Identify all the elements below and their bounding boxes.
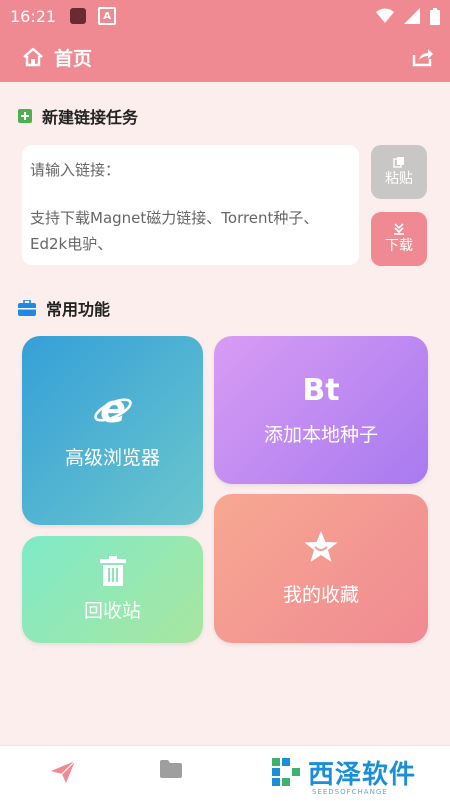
battery-icon — [430, 7, 440, 25]
recycle-bin-label: 回收站 — [83, 600, 141, 622]
download-button[interactable]: 下载 — [371, 212, 427, 266]
watermark-name: 西泽软件 — [308, 760, 417, 790]
share-icon[interactable] — [412, 47, 434, 67]
browser-label: 高级浏览器 — [64, 447, 160, 469]
paste-label: 粘贴 — [385, 171, 413, 187]
status-bar: 16:21 A — [0, 0, 450, 32]
add-torrent-label: 添加本地种子 — [263, 424, 378, 446]
ie-icon: e — [93, 391, 132, 427]
download-icon — [394, 223, 404, 235]
plus-box-icon — [18, 109, 32, 123]
bt-icon: Bt — [302, 373, 340, 408]
svg-text:e: e — [100, 391, 126, 427]
paste-icon — [393, 157, 404, 168]
wifi-icon — [376, 8, 394, 23]
folder-icon[interactable] — [160, 760, 182, 778]
status-time: 16:21 — [10, 6, 57, 26]
watermark-logo: 西泽软件 SEEDSOFCHANGE — [270, 754, 417, 796]
favorites-card[interactable]: 我的收藏 — [214, 494, 428, 643]
star-icon — [304, 531, 338, 562]
functions-heading: 常用功能 — [18, 296, 110, 320]
paste-button[interactable]: 粘贴 — [371, 145, 427, 199]
notification-a-icon: A — [98, 7, 117, 25]
bottom-nav: 西泽软件 SEEDSOFCHANGE — [0, 745, 450, 801]
recycle-bin-card[interactable]: 回收站 — [22, 536, 203, 643]
browser-card[interactable]: e 高级浏览器 — [22, 336, 203, 525]
link-placeholder: 请输入链接： — [30, 161, 121, 179]
notification-app-icon — [70, 8, 87, 24]
functions-title: 常用功能 — [46, 300, 111, 319]
toolbox-icon — [18, 300, 36, 316]
favorites-label: 我的收藏 — [282, 584, 359, 606]
trash-icon — [99, 556, 126, 586]
signal-icon — [404, 8, 420, 24]
link-hint: 支持下载Magnet磁力链接、Torrent种子、Ed2k电驴、 — [30, 209, 319, 253]
new-task-heading: 新建链接任务 — [18, 104, 138, 128]
link-input[interactable]: 请输入链接： 支持下载Magnet磁力链接、Torrent种子、Ed2k电驴、 — [22, 145, 359, 265]
page-title: 首页 — [54, 47, 93, 70]
send-icon[interactable] — [50, 760, 76, 784]
watermark-sub: SEEDSOFCHANGE — [312, 788, 388, 796]
new-task-title: 新建链接任务 — [42, 108, 139, 127]
download-label: 下载 — [385, 238, 413, 254]
add-torrent-card[interactable]: Bt 添加本地种子 — [214, 336, 428, 484]
home-icon[interactable] — [22, 46, 44, 68]
app-bar: 首页 — [0, 32, 450, 82]
seeds-logo-icon — [272, 757, 300, 786]
